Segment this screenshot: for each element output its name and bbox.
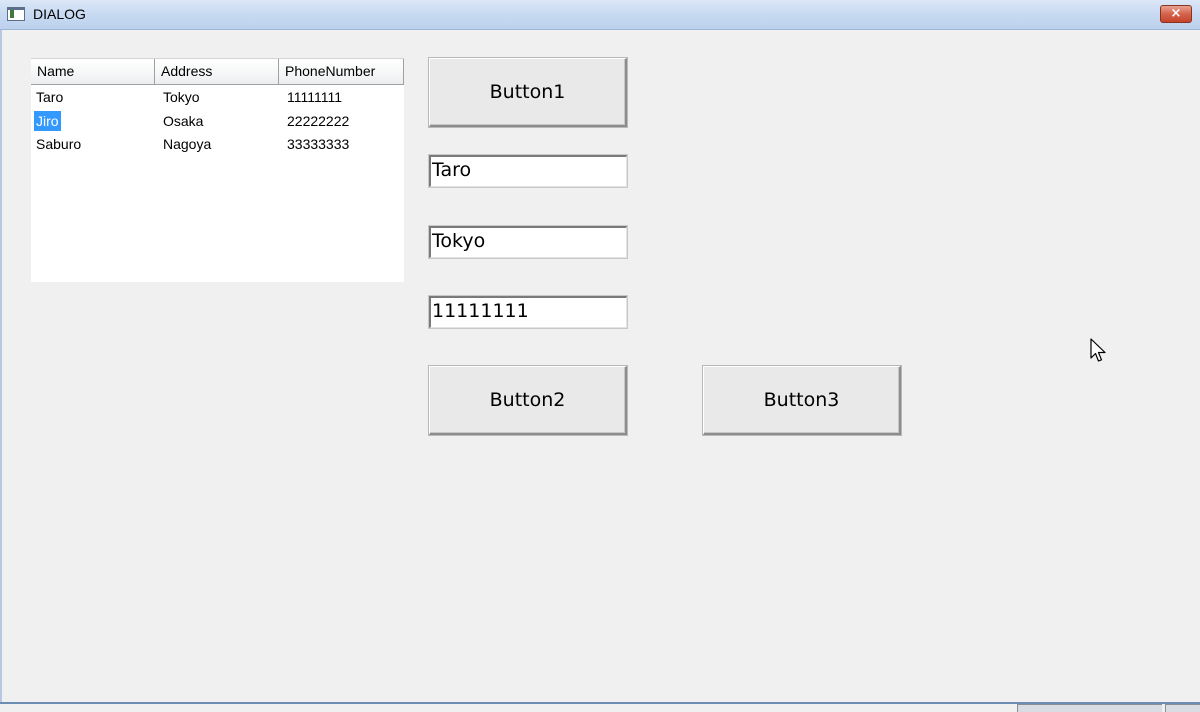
mouse-pointer-icon [1090,338,1106,362]
row-address-cell: Tokyo [163,89,200,105]
column-header-address[interactable]: Address [155,59,279,85]
row-address-cell: Osaka [163,112,204,129]
button3[interactable]: Button3 [703,366,901,435]
column-header-name[interactable]: Name [31,59,155,85]
button2[interactable]: Button2 [429,366,627,435]
row-phone-cell: 11111111 [287,89,343,105]
list-row-saburo[interactable]: Saburo Nagoya 33333333 [31,132,404,156]
list-header: Name Address PhoneNumber [31,58,404,85]
button1[interactable]: Button1 [429,58,627,127]
dialog-window: DIALOG × Name Address PhoneNumber Taro T… [0,0,1200,712]
list-row-taro[interactable]: Taro Tokyo 11111111 [31,85,404,109]
window-app-icon[interactable] [7,7,25,21]
row-phone-cell: 22222222 [287,112,350,129]
title-bar[interactable]: DIALOG × [0,0,1200,30]
row-name-cell: Taro [36,89,64,105]
address-field[interactable]: Tokyo [429,226,627,258]
taskbar-button[interactable] [1165,704,1200,712]
row-name-cell-selected: Jiro [34,110,61,131]
close-button[interactable]: × [1160,5,1192,23]
row-phone-cell: 33333333 [287,136,350,152]
list-body: Taro Tokyo 11111111 Jiro Osaka 22222222 … [31,85,404,156]
window-title: DIALOG [33,6,86,22]
column-header-phone[interactable]: PhoneNumber [279,59,404,85]
phone-field[interactable]: 11111111 [429,296,627,328]
window-left-border [0,30,2,702]
contacts-list-view[interactable]: Name Address PhoneNumber Taro Tokyo 1111… [31,58,404,282]
row-name-cell: Saburo [36,136,82,152]
name-field[interactable]: Taro [429,155,627,187]
row-address-cell: Nagoya [163,136,212,152]
list-row-jiro[interactable]: Jiro Osaka 22222222 [31,109,404,133]
taskbar-button[interactable] [1017,704,1162,712]
